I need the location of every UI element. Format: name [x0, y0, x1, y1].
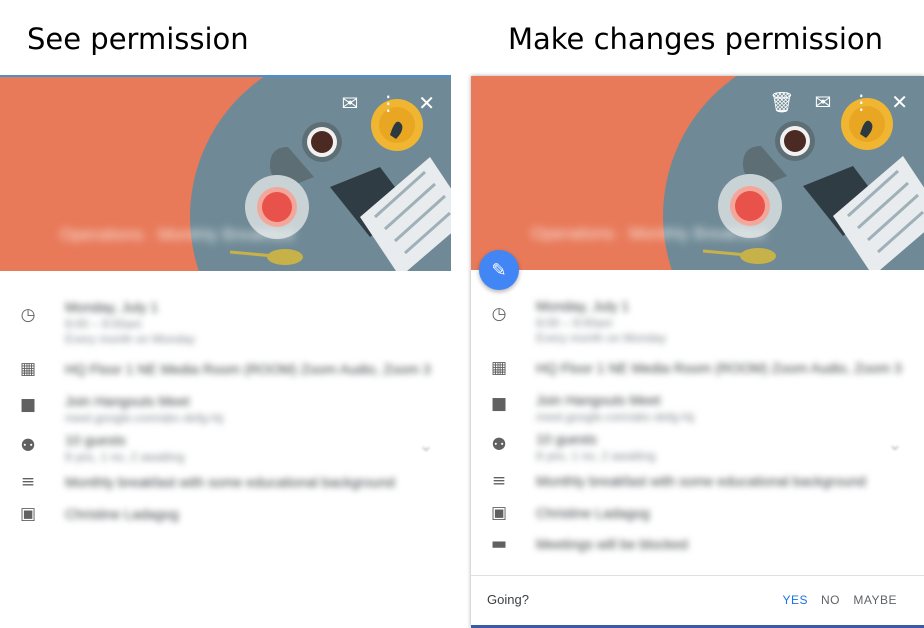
heading-make-changes-permission: Make changes permission — [508, 22, 884, 56]
header-actions: 🗑 ✉ ⋮ ✕ — [769, 92, 908, 112]
guest-count: 10 guests — [536, 431, 597, 447]
video-url: meet.google.com/abc-defg-hij — [536, 410, 695, 424]
event-availability: Meetings will be blocked — [536, 536, 688, 552]
building-icon: ▦ — [19, 359, 37, 379]
notes-icon: ≡ — [20, 472, 36, 492]
event-date: Monday, July 1 — [536, 298, 630, 314]
event-description: Monthly breakfast with some educational … — [65, 474, 395, 490]
people-icon: ⚉ — [20, 436, 36, 456]
guest-summary: 8 yes, 1 no, 2 awaiting — [65, 450, 185, 464]
event-time: 8:00 – 9:00am — [536, 316, 613, 330]
trash-icon[interactable]: 🗑 — [769, 92, 794, 112]
event-recurrence: Every month on Monday — [536, 331, 667, 345]
event-card-view-only: ✉ ⋮ ✕ Operations · Monthly Breakfast ◷ M… — [0, 75, 451, 540]
edit-event-button[interactable]: ✎ — [479, 250, 519, 290]
chevron-down-icon[interactable]: ⌄ — [885, 435, 905, 455]
event-header-illustration: ✉ ⋮ ✕ Operations · Monthly Breakfast — [0, 77, 451, 271]
event-calendar-owner: Christine Ladagog — [536, 505, 650, 521]
pencil-icon: ✎ — [491, 259, 507, 280]
rsvp-label: Going? — [487, 592, 529, 607]
calendar-icon: ▣ — [490, 503, 508, 523]
video-join-link[interactable]: Join Hangouts Meet — [536, 392, 661, 408]
guest-summary: 8 yes, 1 no, 2 awaiting — [536, 449, 656, 463]
chevron-down-icon[interactable]: ⌄ — [416, 436, 436, 456]
video-join-link[interactable]: Join Hangouts Meet — [65, 393, 190, 409]
event-title: Operations · Monthly Breakfast — [531, 224, 766, 243]
rsvp-no-button[interactable]: NO — [821, 593, 840, 607]
calendar-icon: ▣ — [19, 504, 37, 524]
notes-icon: ≡ — [491, 471, 507, 491]
video-url: meet.google.com/abc-defg-hij — [65, 411, 224, 425]
event-card-editable: 🗑 ✉ ⋮ ✕ Operations · Monthly Breakfast ✎… — [471, 76, 924, 628]
close-icon[interactable]: ✕ — [891, 92, 908, 112]
event-title: Operations · Monthly Breakfast — [60, 225, 295, 244]
event-calendar-owner: Christine Ladagog — [65, 506, 179, 522]
email-icon[interactable]: ✉ — [341, 93, 358, 113]
building-icon: ▦ — [490, 358, 508, 378]
video-camera-icon: ■ — [19, 395, 37, 415]
event-header-illustration: 🗑 ✉ ⋮ ✕ Operations · Monthly Breakfast — [471, 76, 924, 270]
more-vert-icon[interactable]: ⋮ — [378, 93, 398, 113]
clock-icon: ◷ — [20, 305, 36, 325]
event-date: Monday, July 1 — [65, 299, 159, 315]
event-description: Monthly breakfast with some educational … — [536, 473, 866, 489]
heading-see-permission: See permission — [27, 22, 249, 56]
briefcase-icon: ▬ — [490, 534, 508, 554]
video-camera-icon: ■ — [490, 394, 508, 414]
email-icon[interactable]: ✉ — [814, 92, 831, 112]
more-vert-icon[interactable]: ⋮ — [851, 92, 871, 112]
clock-icon: ◷ — [491, 304, 507, 324]
event-recurrence: Every month on Monday — [65, 332, 196, 346]
event-location: HQ Floor 1 NE Media Room (ROOM) Zoom Aud… — [536, 360, 902, 376]
header-actions: ✉ ⋮ ✕ — [341, 93, 435, 113]
people-icon: ⚉ — [491, 435, 507, 455]
rsvp-footer: Going? YES NO MAYBE — [471, 575, 924, 625]
event-time: 8:00 – 9:00am — [65, 317, 142, 331]
rsvp-maybe-button[interactable]: MAYBE — [853, 593, 897, 607]
event-location: HQ Floor 1 NE Media Room (ROOM) Zoom Aud… — [65, 361, 431, 377]
close-icon[interactable]: ✕ — [418, 93, 435, 113]
guest-count: 10 guests — [65, 432, 126, 448]
rsvp-yes-button[interactable]: YES — [782, 593, 808, 607]
